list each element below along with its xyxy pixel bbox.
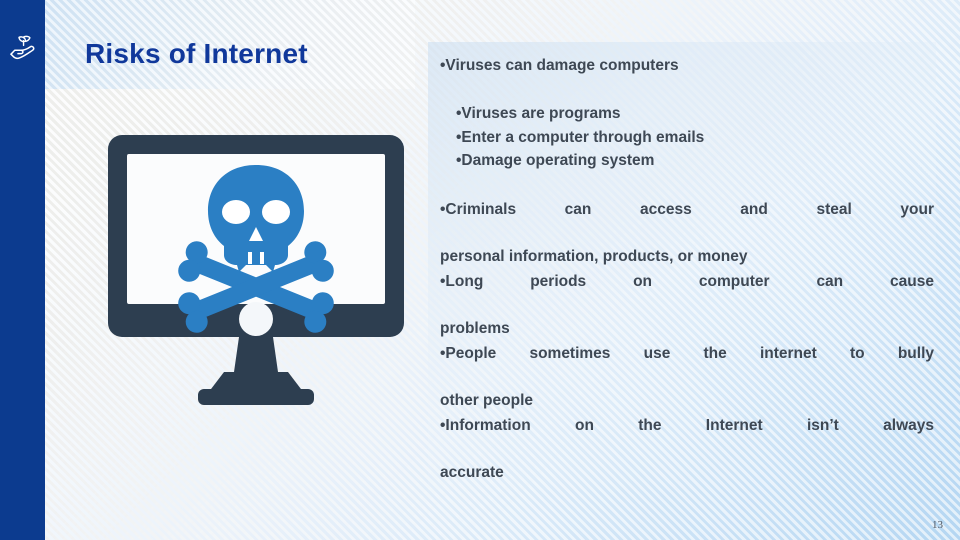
bullet-criminals-line-1: •Criminals can access and steal your bbox=[440, 201, 934, 218]
hand-holding-plant-icon bbox=[8, 33, 38, 63]
page-number: 13 bbox=[932, 519, 943, 531]
slide-canvas: Risks of Internet •Viruses can damage co… bbox=[0, 0, 960, 540]
bullet-lead: •Viruses can damage computers bbox=[440, 57, 679, 74]
bullet-sub-item: •Viruses are programs bbox=[456, 105, 621, 122]
left-accent-bar bbox=[0, 0, 45, 540]
bullet-sub-item: •Enter a computer through emails bbox=[456, 128, 705, 146]
bullet-bullying-line-2: other people bbox=[440, 392, 534, 410]
bullet-bullying: •People sometimes use the internet to bu… bbox=[440, 342, 934, 413]
bullet-sub-item: •Damage operating system bbox=[456, 152, 655, 170]
bullet-information-line-2: accurate bbox=[440, 464, 504, 482]
bullet-long-periods: •Long periods on computer can cause prob… bbox=[440, 270, 934, 341]
bullet-criminals: •Criminals can access and steal your per… bbox=[440, 198, 934, 269]
bullet-information-line-1: •Information on the Internet isn’t alway… bbox=[440, 417, 934, 434]
bullet-sub-group: •Viruses are programs •Enter a computer … bbox=[456, 102, 916, 173]
monitor-skull-illustration bbox=[108, 127, 404, 411]
bullet-bullying-line-1: •People sometimes use the internet to bu… bbox=[440, 345, 934, 362]
bullet-long-periods-line-1: •Long periods on computer can cause bbox=[440, 273, 934, 290]
bullet-long-periods-line-2: problems bbox=[440, 320, 510, 338]
bullet-criminals-line-2: personal information, products, or money bbox=[440, 248, 748, 266]
bullet-information: •Information on the Internet isn’t alway… bbox=[440, 414, 934, 485]
page-title: Risks of Internet bbox=[85, 38, 308, 69]
